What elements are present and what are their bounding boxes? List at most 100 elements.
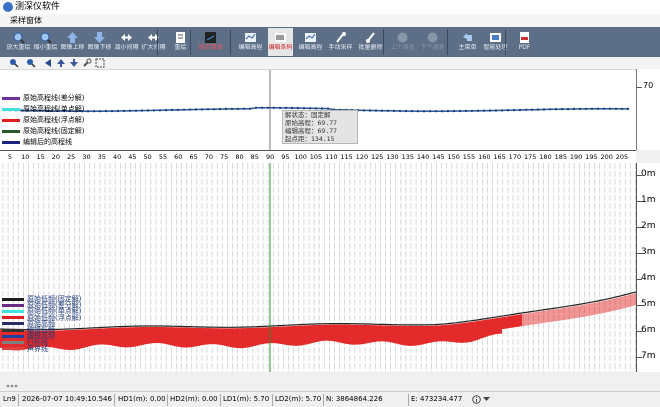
window-title: 测深仪软件 xyxy=(15,2,61,12)
elevation-legend-item: 原始高程线(浮点解) xyxy=(2,116,84,124)
status-separator xyxy=(323,394,324,406)
ruler-tick-label: 20 xyxy=(51,153,61,161)
ruler-tick-label: 95 xyxy=(281,153,290,161)
zoom-in-icon[interactable] xyxy=(9,58,19,68)
arrow-up-icon xyxy=(66,29,79,43)
ruler-tick-label: 110 xyxy=(325,153,338,161)
ruler-tick-label: 25 xyxy=(67,153,76,161)
edit-elevation-icon xyxy=(244,29,257,42)
elevation-point xyxy=(230,107,234,111)
toolbar-button-previous[interactable]: 上个调查 xyxy=(390,28,415,56)
ruler-tick-label: 40 xyxy=(112,153,122,161)
arrow-down-icon[interactable] xyxy=(69,58,79,68)
legend-swatch xyxy=(2,96,20,100)
legend-swatch xyxy=(2,334,24,338)
toolbar-button-label: 编辑条码 xyxy=(268,44,293,51)
elevation-point xyxy=(518,108,522,112)
toolbar-button-zoom-out[interactable]: 缩小重绘 xyxy=(33,28,58,56)
zoom-out-icon[interactable] xyxy=(26,58,36,68)
bottom-line xyxy=(0,291,636,331)
elevation-point xyxy=(512,108,516,112)
legend-swatch xyxy=(2,107,20,111)
elevation-point xyxy=(464,109,468,113)
toolbar-button-pdf[interactable]: PDF xyxy=(512,28,537,56)
elevation-point xyxy=(86,110,90,113)
triangle-left-icon[interactable] xyxy=(43,58,53,68)
toolbar-button-batch-delete[interactable]: 批量删除 xyxy=(358,28,383,56)
status-bar: Ln9 2026-07-07 10:49:10.546 HD1(m): 0.00… xyxy=(0,391,660,407)
ruler-tick-label: 115 xyxy=(340,153,353,161)
elevation-point xyxy=(530,108,534,111)
menu-sample-window[interactable]: 采样窗体 xyxy=(8,14,44,27)
elevation-point xyxy=(422,110,426,113)
elevation-point xyxy=(548,108,552,111)
status-northing: N: 3864864.226 xyxy=(326,395,383,403)
toolbar-button-next[interactable]: 下个调查 xyxy=(420,28,445,56)
elevation-point xyxy=(404,109,408,113)
ruler-tick-label: 55 xyxy=(158,153,168,161)
toolbar-button-shrink-interval[interactable]: 减小间隔 xyxy=(114,28,139,56)
elevation-point xyxy=(596,107,600,110)
elevation-point xyxy=(104,109,108,113)
elevation-point xyxy=(620,107,624,111)
legend-swatch xyxy=(2,309,24,313)
legend-label: 原始高程线(浮点解) xyxy=(23,116,85,124)
select-icon[interactable] xyxy=(95,58,105,68)
toolbar-button-main-menu[interactable]: 主菜单 xyxy=(455,28,480,56)
toolbar-button-label: 编辑高程 xyxy=(238,44,263,51)
toolbar-button-zoom-in[interactable]: 放大重绘 xyxy=(6,28,31,56)
toolbar-button-barcode[interactable]: 编辑条码 xyxy=(268,28,293,56)
toolbar-button-label: 下个调查 xyxy=(420,44,445,51)
depth-label: 6m xyxy=(641,325,656,335)
toolbar-button-arrow-down[interactable]: 图像下移 xyxy=(87,28,112,56)
chevron-down-icon[interactable] xyxy=(483,397,490,402)
title-bar: 测深仪软件 xyxy=(0,0,660,14)
elevation-point xyxy=(560,107,564,111)
toolbar-button-expand-interval[interactable]: 扩大间隔 xyxy=(141,28,166,56)
elevation-point xyxy=(416,110,420,113)
elevation-point xyxy=(458,109,462,113)
toolbar-button-echo[interactable]: 显示回波 xyxy=(198,28,223,56)
elevation-point xyxy=(428,110,432,113)
info-edited-elevation: 编辑高程：69.77 xyxy=(285,127,338,135)
ruler-tick-label: 205 xyxy=(615,153,629,161)
elevation-axis: 70 xyxy=(636,69,660,150)
arrow-up-icon[interactable] xyxy=(56,58,66,68)
elevation-legend-item: 原始高程线(固定解) xyxy=(2,127,84,135)
expand-interval-icon xyxy=(147,29,160,42)
horizontal-scrollbar[interactable] xyxy=(0,372,660,391)
legend-swatch xyxy=(2,297,24,301)
toolbar-button-edit-elevation[interactable]: 编辑高程 xyxy=(298,28,323,56)
toolbar-button-edit-elevation[interactable]: 编辑高程 xyxy=(238,28,263,56)
elevation-point xyxy=(506,109,510,112)
ruler-tick-label: 150 xyxy=(447,153,460,161)
ruler-tick-label: 15 xyxy=(36,153,45,161)
echogram-view[interactable]: 原始低频(固定解) 原始低频(差分解) 原始低频(单点解) 原始低频(浮点解) 原始高频… xyxy=(0,163,636,372)
toolbar-button-arrow-up[interactable]: 图像上移 xyxy=(60,28,85,56)
info-icon[interactable] xyxy=(472,395,481,404)
elevation-point xyxy=(536,108,540,111)
scroll-handle-icon[interactable] xyxy=(6,384,18,388)
ruler-tick-label: 190 xyxy=(569,153,583,161)
elevation-chart[interactable]: 原始高程线(差分解) 原始高程线(单点解) 原始高程线(浮点解) 原始高程线(固定解)… xyxy=(0,69,636,151)
elevation-point xyxy=(368,109,372,112)
elevation-point xyxy=(362,109,366,112)
elevation-point xyxy=(374,109,378,112)
elevation-point xyxy=(170,108,174,112)
smart-process-icon xyxy=(489,29,502,42)
toolbar-button-label: 智能处理 xyxy=(483,44,508,51)
ruler-tick-label: 175 xyxy=(523,153,537,161)
info-status: 解状态：固定解 xyxy=(285,111,331,119)
toolbar-button-manual-sample[interactable]: 手动采样 xyxy=(328,28,353,56)
elevation-point xyxy=(626,107,630,111)
ruler-tick-label: 100 xyxy=(294,153,307,161)
ruler-tick-label: 75 xyxy=(220,153,229,161)
wrench-icon[interactable] xyxy=(82,58,92,68)
elevation-point xyxy=(398,109,402,113)
main-menu-icon xyxy=(461,29,474,42)
elevation-point xyxy=(524,108,528,111)
elevation-point xyxy=(410,109,414,113)
toolbar-separator xyxy=(230,29,231,55)
pdf-icon xyxy=(518,29,531,43)
status-time: 2026-07-07 10:49:10.546 xyxy=(22,395,112,403)
